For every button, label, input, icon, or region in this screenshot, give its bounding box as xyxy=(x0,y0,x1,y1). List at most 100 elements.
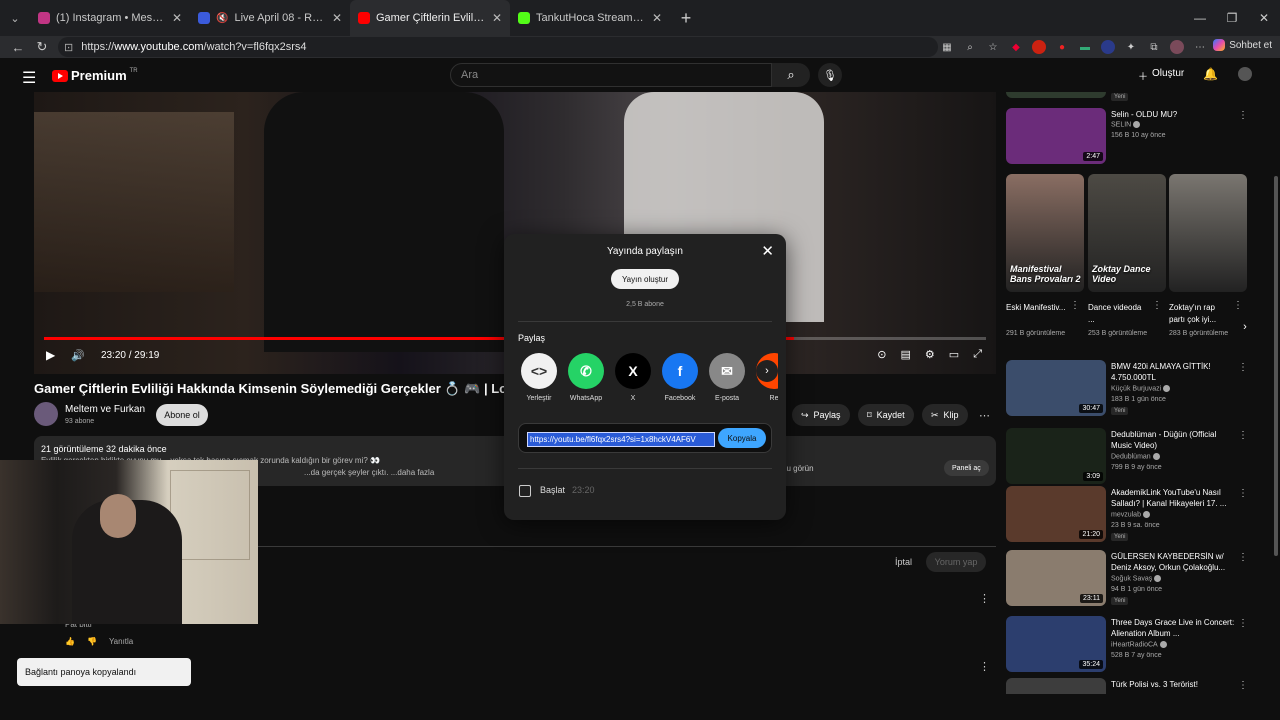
extension-drop-icon[interactable]: ● xyxy=(1055,40,1069,54)
start-at-checkbox[interactable] xyxy=(519,485,531,497)
comment-more-icon[interactable]: ⋮ xyxy=(979,660,990,673)
recommended-video[interactable]: 3:09 Dedublüman - Düğün (Official Music V… xyxy=(1006,428,1256,488)
short-thumbnail[interactable]: Zoktay Dance Video xyxy=(1088,174,1166,292)
volume-icon[interactable]: 🔊 xyxy=(71,349,85,362)
more-options-icon[interactable]: ⋮ xyxy=(1238,362,1248,373)
channel-name[interactable]: mevzulab xyxy=(1111,511,1150,518)
video-thumbnail[interactable]: 21:20 xyxy=(1006,486,1106,542)
more-options-icon[interactable]: ⋮ xyxy=(1070,300,1080,311)
short-thumbnail[interactable] xyxy=(1169,174,1247,292)
subtitles-icon[interactable]: ▤ xyxy=(901,348,911,361)
video-thumbnail[interactable]: 3:09 xyxy=(1006,428,1106,484)
channel-name[interactable]: Soğuk Savaş xyxy=(1111,575,1162,582)
more-options-icon[interactable]: ⋮ xyxy=(1238,618,1248,629)
channel-name[interactable]: Dedublüman xyxy=(1111,453,1160,460)
close-tab-icon[interactable]: ✕ xyxy=(652,11,662,25)
reply-button[interactable]: Yanıtla xyxy=(109,637,133,646)
copilot-button[interactable]: Sohbet et xyxy=(1213,39,1272,51)
share-target-email[interactable]: ✉ E-posta xyxy=(708,353,746,405)
search-input[interactable]: Ara xyxy=(450,63,772,87)
profile-avatar[interactable] xyxy=(1170,40,1184,54)
video-thumbnail[interactable] xyxy=(1006,678,1106,694)
create-button[interactable]: ＋ Oluştur xyxy=(1138,68,1184,83)
video-title[interactable]: Selin - OLDU MU? xyxy=(1111,109,1236,120)
extensions-puzzle-icon[interactable]: ✦ xyxy=(1124,40,1138,54)
more-options-icon[interactable]: ⋮ xyxy=(1238,430,1248,441)
channel-name[interactable]: SELIN xyxy=(1111,121,1141,128)
share-target-x[interactable]: XX xyxy=(614,353,652,405)
new-tab-plus-icon[interactable]: + xyxy=(670,8,702,29)
short-title[interactable]: Eski Manifestiv... xyxy=(1006,302,1066,326)
video-thumbnail[interactable]: 2:47 xyxy=(1006,108,1106,164)
extension-bar-icon[interactable]: ▬ xyxy=(1078,40,1092,54)
close-window-icon[interactable]: ✕ xyxy=(1248,0,1280,36)
more-options-icon[interactable]: ⋮ xyxy=(1152,300,1162,311)
short-item[interactable]: Manifestival Bans Provaları 2 Eski Manife… xyxy=(1006,174,1084,339)
video-thumbnail[interactable]: 35:24 xyxy=(1006,616,1106,672)
share-target-embed[interactable]: <> Yerleştir xyxy=(520,353,558,405)
more-options-icon[interactable]: ⋮ xyxy=(1238,488,1248,499)
comment-more-icon[interactable]: ⋮ xyxy=(979,592,990,605)
video-title[interactable]: AkademikLink YouTube'u Nasıl Salladı? | … xyxy=(1111,487,1236,509)
voice-search-mic-icon[interactable]: 🎙 xyxy=(818,63,842,87)
recommended-video[interactable]: 21:20 AkademikLink YouTube'u Nasıl Sallad… xyxy=(1006,486,1256,546)
copy-link-button[interactable]: Kopyala xyxy=(718,428,766,448)
more-options-icon[interactable]: ⋮ xyxy=(1238,680,1248,691)
start-at-time[interactable]: 23:20 xyxy=(572,485,595,495)
extension-circle-icon[interactable] xyxy=(1032,40,1046,54)
video-thumbnail[interactable]: 23:11 xyxy=(1006,550,1106,606)
split-screen-icon[interactable]: ⧉ xyxy=(1147,40,1161,54)
more-actions-icon[interactable]: ⋯ xyxy=(979,409,990,422)
post-comment-button[interactable]: Yorum yap xyxy=(926,552,986,572)
extension-red-icon[interactable]: ◆ xyxy=(1009,40,1023,54)
fullscreen-icon[interactable]: ⤢ xyxy=(973,348,982,361)
cancel-comment-button[interactable]: İptal xyxy=(895,557,912,567)
chevron-right-icon[interactable]: › xyxy=(1236,318,1254,336)
recommended-video[interactable]: 23:11 GÜLERSEN KAYBEDERSİN w/ Deniz Aksoy… xyxy=(1006,550,1256,610)
zoom-icon[interactable]: ⌕ xyxy=(963,40,977,54)
more-options-icon[interactable]: ⋮ xyxy=(1233,300,1243,311)
open-panel-button[interactable]: Paneli aç xyxy=(944,460,989,476)
share-button[interactable]: ↪ Paylaş xyxy=(792,404,850,426)
share-target-whatsapp[interactable]: ✆ WhatsApp xyxy=(567,353,605,405)
browser-tab-kick[interactable]: TankutHoca Stream - Watch Live o ✕ xyxy=(510,0,670,36)
short-title[interactable]: Dance videoda ... xyxy=(1088,302,1148,326)
play-icon[interactable]: ▶ xyxy=(46,348,55,362)
notifications-bell-icon[interactable]: 🔔 xyxy=(1203,67,1218,81)
channel-name[interactable]: iHeartRadioCA xyxy=(1111,641,1167,648)
maximize-icon[interactable]: ❐ xyxy=(1216,0,1248,36)
browser-tab-restream[interactable]: 🔇 Live April 08 - Restream ✕ xyxy=(190,0,350,36)
recommended-video[interactable]: Türk Polisi vs. 3 Terörist! ⋮ xyxy=(1006,678,1256,694)
description-link[interactable]: nu görün xyxy=(782,464,814,473)
channel-name[interactable]: Küçük Burjuvazi xyxy=(1111,385,1171,392)
minimize-icon[interactable]: — xyxy=(1184,0,1216,36)
recommended-video[interactable]: 2:47 Selin - OLDU MU? SELIN 156 B 10 ay önc… xyxy=(1006,108,1256,168)
short-item[interactable]: Zoktay Dance Video Dance videoda ... 253 B… xyxy=(1088,174,1166,339)
video-title[interactable]: Dedublüman - Düğün (Official Music Video… xyxy=(1111,429,1236,451)
youtube-premium-logo[interactable]: Premium TR xyxy=(52,68,138,83)
bookmark-star-icon[interactable]: ☆ xyxy=(986,40,1000,54)
url-field[interactable]: ⊡ https://www.youtube.com/watch?v=fl6fqx… xyxy=(58,37,938,57)
save-button[interactable]: ⌑ Kaydet xyxy=(858,404,914,426)
subscribe-button[interactable]: Abone ol xyxy=(156,404,208,426)
settings-gear-icon[interactable]: ⚙ xyxy=(925,348,935,361)
tab-list-chevron-icon[interactable]: ⌄ xyxy=(0,0,30,36)
video-title[interactable]: GÜLERSEN KAYBEDERSİN w/ Deniz Aksoy, Ork… xyxy=(1111,551,1236,573)
short-title[interactable]: Zoktay'ın rap partı çok iyi... xyxy=(1169,302,1229,326)
create-post-button[interactable]: Yayın oluştur xyxy=(611,269,679,289)
site-info-icon[interactable]: ⊡ xyxy=(64,41,73,54)
video-thumbnail[interactable] xyxy=(1006,92,1106,98)
more-options-icon[interactable]: ⋮ xyxy=(1238,552,1248,563)
browser-tab-instagram[interactable]: (1) Instagram • Mesajlar ✕ xyxy=(30,0,190,36)
recommended-video[interactable]: 35:24 Three Days Grace Live in Concert: A… xyxy=(1006,616,1256,676)
channel-avatar[interactable] xyxy=(34,402,58,426)
close-icon[interactable]: ✕ xyxy=(761,242,774,260)
close-tab-icon[interactable]: ✕ xyxy=(492,11,502,25)
hamburger-menu-icon[interactable]: ☰ xyxy=(22,68,36,88)
thumbs-down-icon[interactable]: 👎 xyxy=(87,637,97,646)
share-target-facebook[interactable]: f Facebook xyxy=(661,353,699,405)
search-button[interactable]: ⌕ xyxy=(772,63,810,87)
video-title[interactable]: Türk Polisi vs. 3 Terörist! xyxy=(1111,679,1236,690)
video-thumbnail[interactable]: 30:47 xyxy=(1006,360,1106,416)
video-title[interactable]: BMW 420i ALMAYA GİTTİK! 4.750.000TL xyxy=(1111,361,1236,383)
